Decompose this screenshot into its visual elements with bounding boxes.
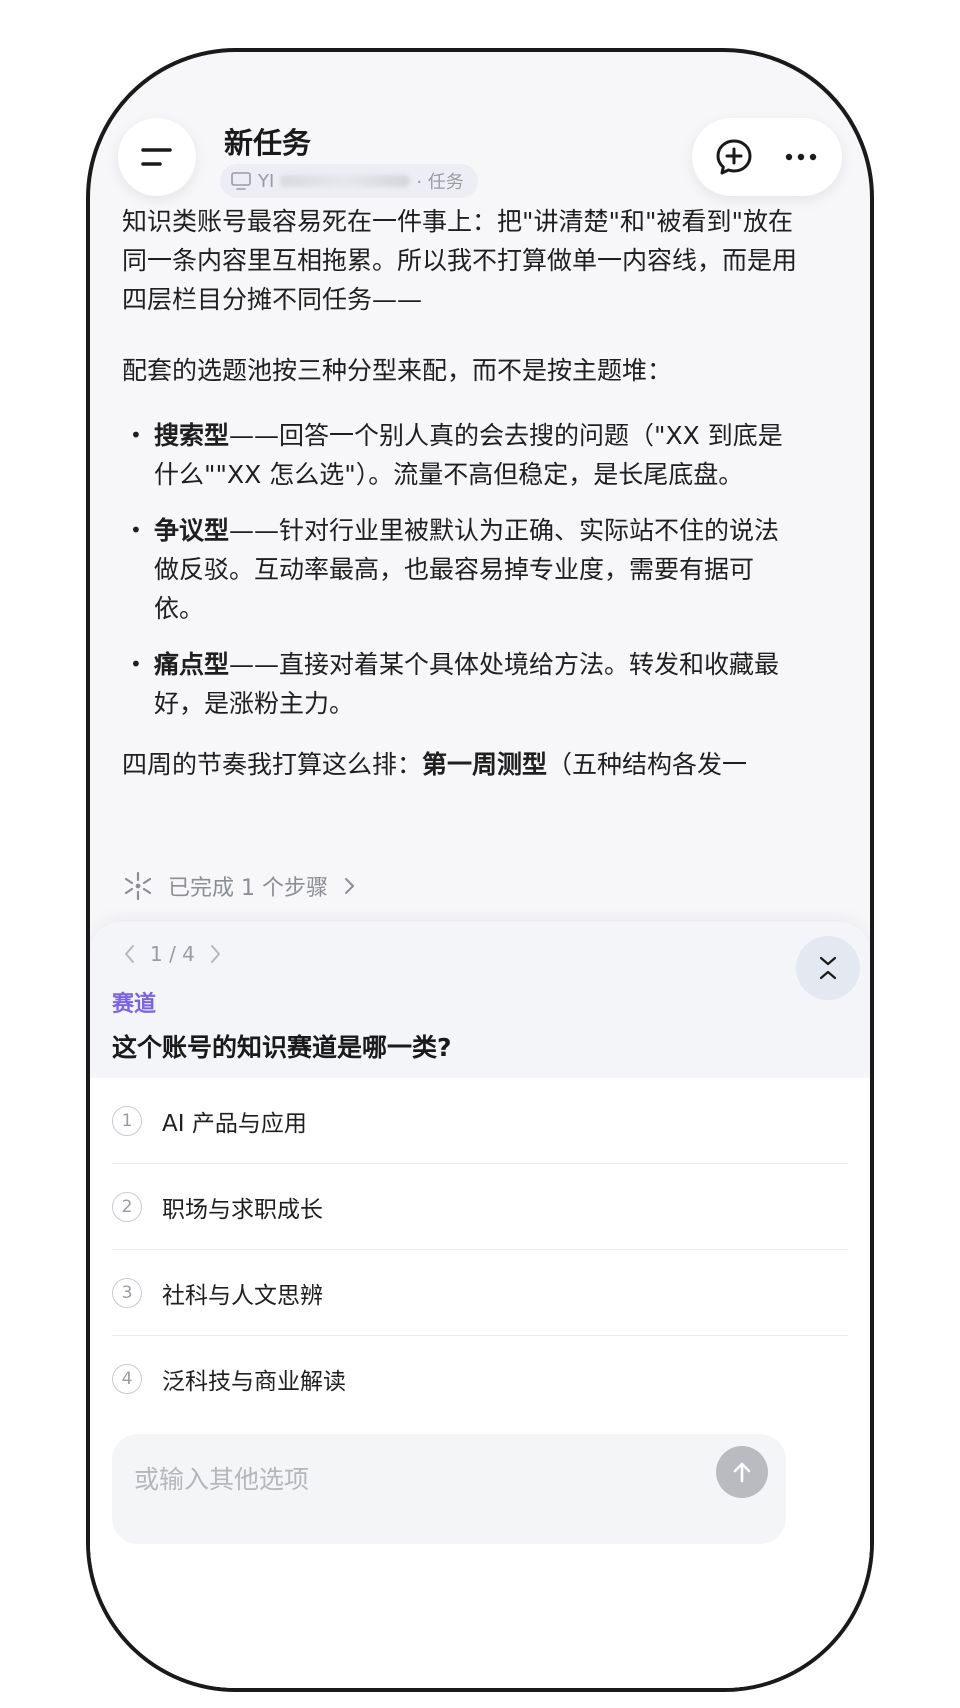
more-dots-icon xyxy=(785,153,816,161)
list-item: 痛点型——直接对着某个具体处境给方法。转发和收藏最好，是涨粉主力。 xyxy=(122,645,802,723)
list-item-text: ——直接对着某个具体处境给方法。转发和收藏最好，是涨粉主力。 xyxy=(154,650,780,718)
steps-label: 已完成 1 个步骤 xyxy=(168,876,328,901)
workspace-name: YI xyxy=(258,170,275,192)
option-label: 职场与求职成长 xyxy=(162,1196,323,1223)
topic-type-list: 搜索型——回答一个别人真的会去搜的问题（"XX 到底是什么""XX 怎么选"）。… xyxy=(122,416,802,723)
question-sheet: 1 / 4 赛道 这个账号的知识赛道是哪一类? 1 AI 产品与应用 2 职场与… xyxy=(90,922,870,1688)
monitor-icon xyxy=(231,172,251,190)
option-label: 社科与人文思辨 xyxy=(162,1282,323,1309)
message-paragraph: 配套的选题池按三种分型来配，而不是按主题堆： xyxy=(122,356,673,385)
workspace-pill[interactable]: YI · 任务 xyxy=(220,164,478,198)
list-item: 搜索型——回答一个别人真的会去搜的问题（"XX 到底是什么""XX 怎么选"）。… xyxy=(122,416,802,494)
collapse-chevrons-icon xyxy=(819,956,837,980)
message-paragraph: 四周的节奏我打算这么排：第一周测型（五种结构各发一 xyxy=(122,745,802,784)
input-area xyxy=(90,1420,870,1688)
chevron-right-icon xyxy=(210,945,220,963)
chevron-right-icon xyxy=(344,878,354,894)
option-label: AI 产品与应用 xyxy=(162,1110,307,1137)
more-button[interactable] xyxy=(779,135,823,179)
option-item[interactable]: 1 AI 产品与应用 xyxy=(112,1078,848,1164)
paragraph-bold: 第一周测型 xyxy=(422,750,548,779)
send-button[interactable] xyxy=(716,1446,768,1498)
menu-button[interactable] xyxy=(118,118,196,196)
next-question-button[interactable] xyxy=(207,943,225,965)
paragraph-text: （五种结构各发一 xyxy=(547,750,748,779)
message-paragraph: 知识类账号最容易死在一件事上：把"讲清楚"和"被看到"放在同一条内容里互相拖累。… xyxy=(122,207,798,314)
option-number: 3 xyxy=(112,1277,142,1308)
option-list: 1 AI 产品与应用 2 职场与求职成长 3 社科与人文思辨 4 泛科技与商业解… xyxy=(90,1078,870,1421)
option-number: 4 xyxy=(112,1363,142,1394)
prev-question-button[interactable] xyxy=(120,943,138,965)
option-number: 1 xyxy=(112,1105,142,1136)
pager-count: 1 / 4 xyxy=(150,942,195,966)
question-text: 这个账号的知识赛道是哪一类? xyxy=(112,1033,452,1062)
other-option-input[interactable] xyxy=(132,1458,696,1500)
question-pager: 1 / 4 xyxy=(120,942,225,966)
completed-steps-toggle[interactable]: 已完成 1 个步骤 xyxy=(122,870,372,902)
collapse-sheet-button[interactable] xyxy=(796,936,860,1000)
option-item[interactable]: 4 泛科技与商业解读 xyxy=(112,1336,848,1421)
new-chat-button[interactable] xyxy=(712,135,756,179)
arrow-up-icon xyxy=(733,1462,751,1483)
list-item-text: ——针对行业里被默认为正确、实际站不住的说法做反驳。互动率最高，也最容易掉专业度… xyxy=(154,516,780,623)
option-number: 2 xyxy=(112,1191,142,1222)
option-item[interactable]: 3 社科与人文思辨 xyxy=(112,1250,848,1336)
sparkle-steps-icon xyxy=(124,871,152,901)
assistant-message: 知识类账号最容易死在一件事上：把"讲清楚"和"被看到"放在同一条内容里互相拖累。… xyxy=(122,202,802,784)
list-item-text: ——回答一个别人真的会去搜的问题（"XX 到底是什么""XX 怎么选"）。流量不… xyxy=(154,421,783,489)
add-chat-icon xyxy=(716,139,751,175)
phone-frame: 新任务 YI · 任务 知识类账号最容易死在一件事上：把"讲清楚"和"被看到"放… xyxy=(86,48,874,1692)
list-item: 争议型——针对行业里被默认为正确、实际站不住的说法做反驳。互动率最高，也最容易掉… xyxy=(122,511,802,628)
question-category: 赛道 xyxy=(112,992,157,1017)
list-item-title: 搜索型 xyxy=(154,421,230,450)
redacted-text xyxy=(280,175,411,187)
header-actions xyxy=(692,118,842,196)
workspace-type: · 任务 xyxy=(416,172,464,193)
page-title: 新任务 xyxy=(224,126,312,160)
list-item-title: 痛点型 xyxy=(154,650,230,679)
other-option-box xyxy=(112,1434,786,1544)
option-label: 泛科技与商业解读 xyxy=(162,1368,346,1395)
option-item[interactable]: 2 职场与求职成长 xyxy=(112,1164,848,1250)
menu-icon xyxy=(141,148,172,166)
paragraph-text: 四周的节奏我打算这么排： xyxy=(122,750,423,779)
list-item-title: 争议型 xyxy=(154,516,230,545)
chevron-left-icon xyxy=(125,945,134,963)
